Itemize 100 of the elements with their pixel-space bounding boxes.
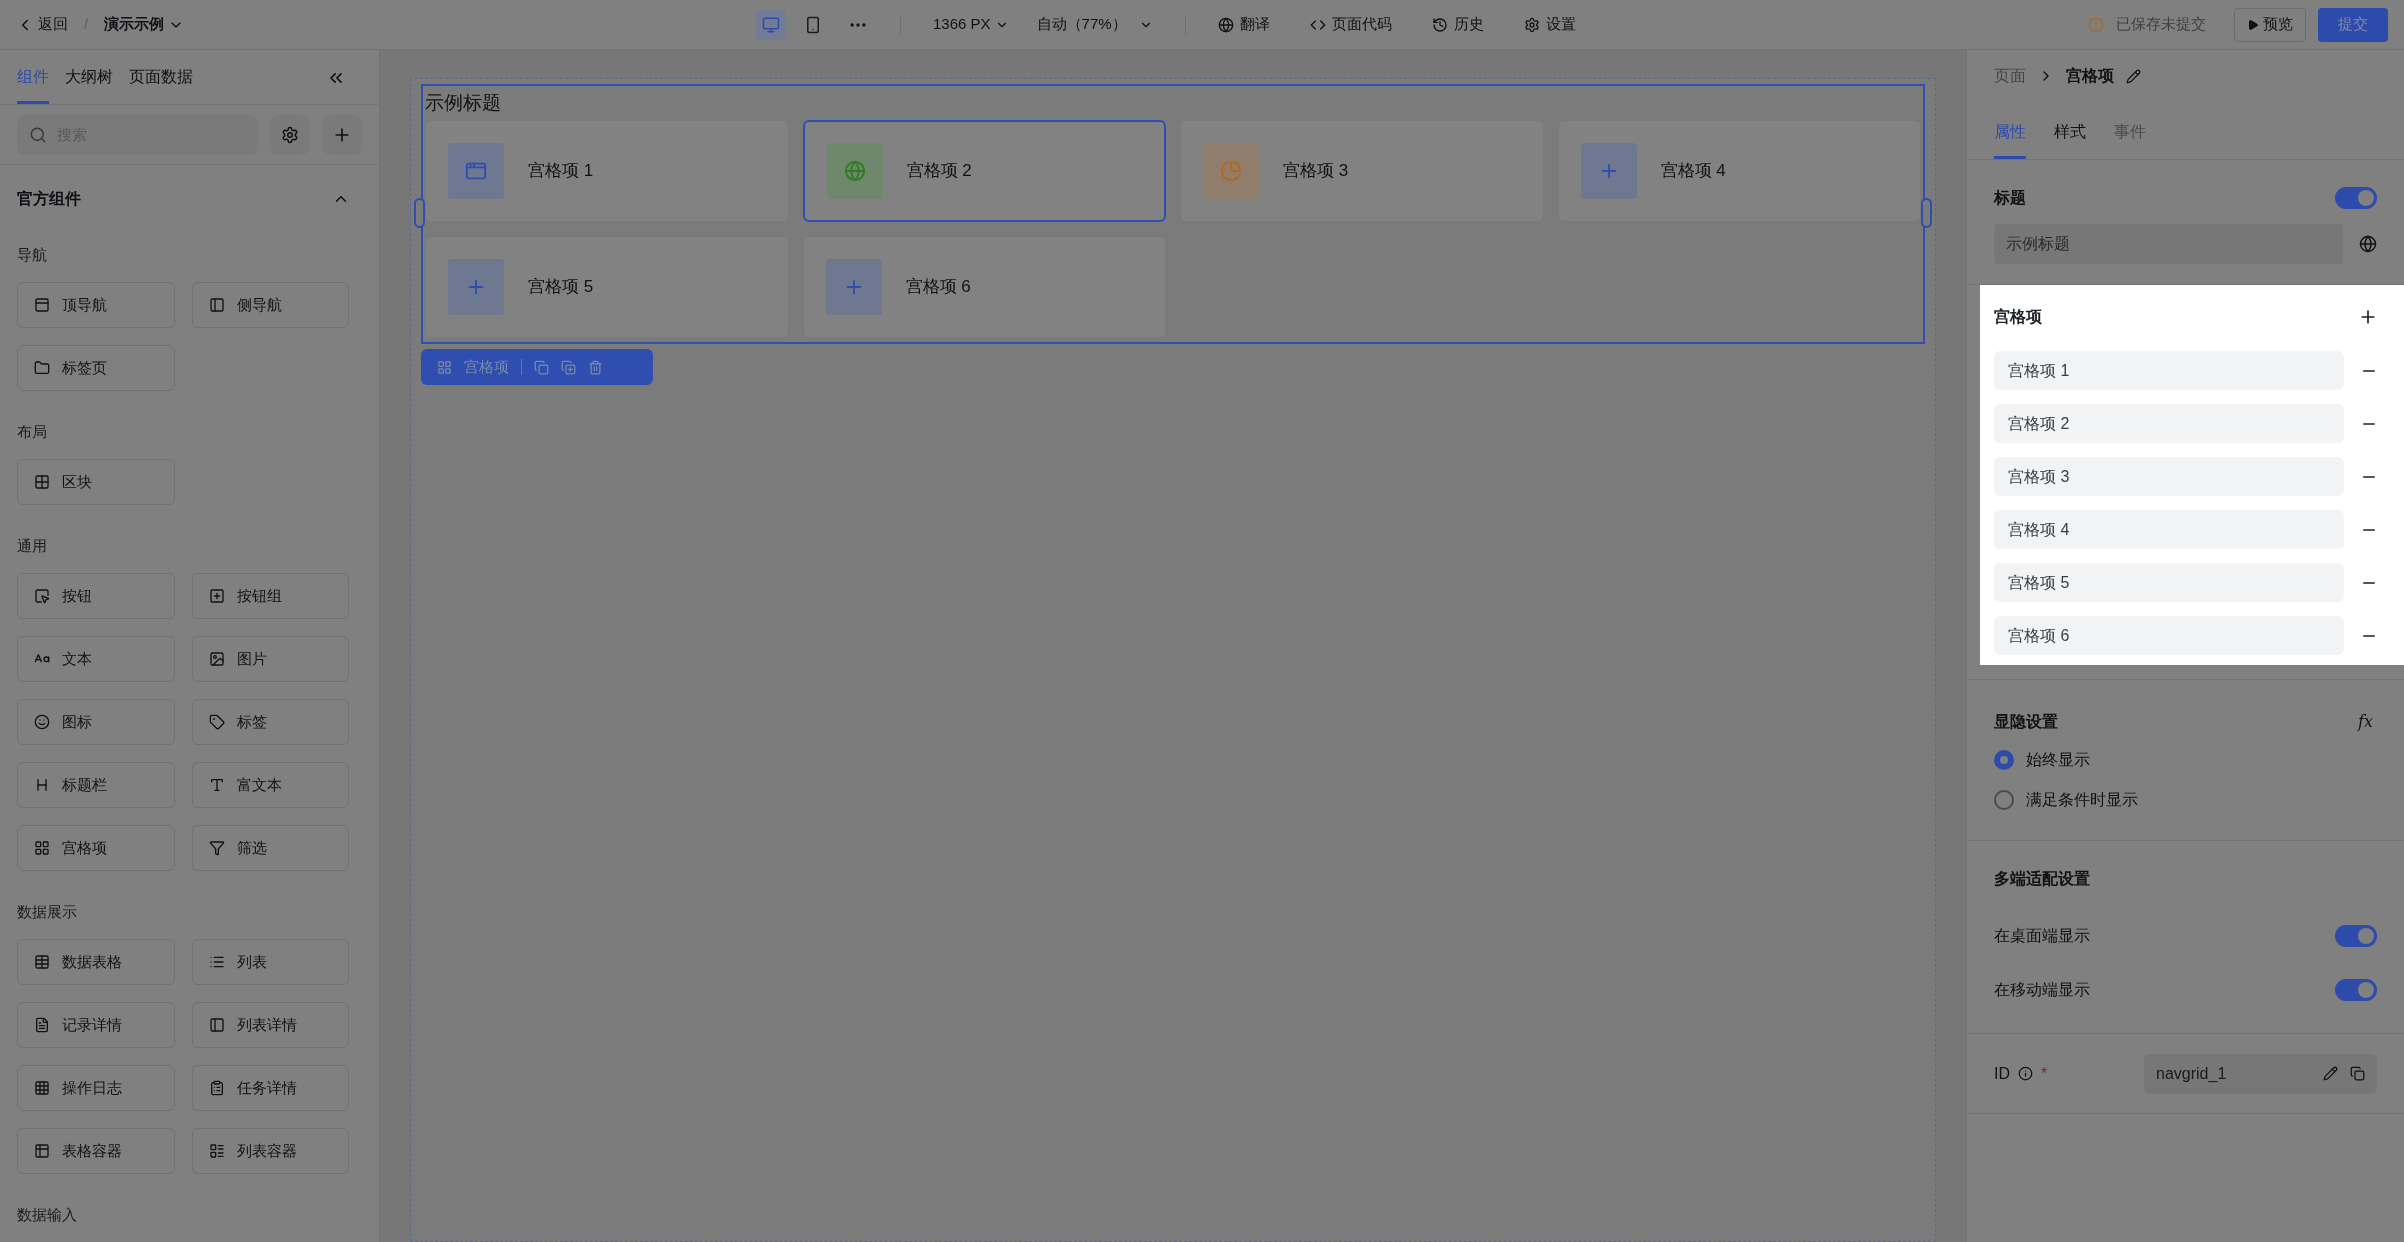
toolbar-action[interactable]: 翻译 — [1217, 13, 1270, 36]
grid-item-field[interactable]: 宫格项 6 — [1994, 616, 2344, 655]
grid-card[interactable]: 宫格项 6 — [802, 236, 1166, 338]
phone-icon — [804, 15, 822, 34]
warning-icon — [2088, 16, 2104, 33]
app-name-dropdown[interactable]: 演示示例 — [104, 13, 185, 36]
square-plus-icon — [208, 588, 225, 604]
component-item[interactable]: 侧导航 — [191, 282, 349, 328]
grid-card[interactable]: 宫格项 1 — [425, 120, 789, 222]
panel-left-icon — [208, 1017, 225, 1033]
component-item[interactable]: 列表详情 — [191, 1002, 349, 1048]
globe-icon[interactable] — [2359, 235, 2377, 253]
search-icon — [29, 125, 47, 144]
component-item[interactable]: 标签 — [191, 699, 349, 745]
add-button[interactable] — [322, 114, 362, 155]
toggle-switch[interactable] — [2335, 979, 2377, 1001]
formula-button[interactable]: fx — [2358, 710, 2373, 734]
component-item[interactable]: 按钮 — [17, 573, 175, 619]
width-dropdown[interactable]: 1366 PX — [933, 13, 1009, 36]
table-icon — [34, 954, 50, 970]
info-icon[interactable] — [2018, 1066, 2033, 1081]
toggle-switch[interactable] — [2335, 925, 2377, 947]
grid-card-label: 宫格项 3 — [1283, 160, 1349, 183]
grid-item-field[interactable]: 宫格项 4 — [1994, 510, 2344, 549]
resize-handle[interactable] — [1921, 198, 1932, 228]
toolbar-label: 宫格项 — [464, 356, 509, 377]
grid-card-label: 宫格项 4 — [1660, 160, 1726, 183]
zoom-dropdown[interactable]: 自动（77%） — [1036, 13, 1153, 36]
panel-left-icon — [208, 297, 225, 313]
preview-button[interactable]: 预览 — [2234, 7, 2306, 42]
setting-label: 显隐设置 — [1994, 712, 2058, 732]
group-title: 导航 — [17, 244, 48, 265]
grid-container[interactable]: 示例标题 宫格项 1 宫格项 2 宫格项 3 宫格项 4 宫格项 5 宫格项 6 — [421, 84, 1925, 344]
sidebar-tab[interactable]: 页面数据 — [129, 65, 193, 105]
toggle-switch[interactable] — [2335, 187, 2377, 209]
id-field[interactable]: navgrid_1 — [2144, 1053, 2377, 1094]
type-icon — [208, 777, 225, 793]
grid-item-field[interactable]: 宫格项 5 — [1994, 563, 2344, 602]
back-link[interactable]: 返回 — [16, 13, 68, 36]
component-item[interactable]: 图片 — [191, 636, 349, 682]
settings-button[interactable] — [270, 114, 310, 155]
pointer-icon — [34, 588, 50, 604]
grid-item-field[interactable]: 宫格项 3 — [1994, 457, 2344, 496]
section-title: 宫格项 — [1994, 307, 2042, 327]
component-item[interactable]: 文本 — [17, 636, 175, 682]
settings-icon — [1523, 16, 1540, 33]
grid-card[interactable]: 宫格项 3 — [1180, 120, 1544, 222]
component-item[interactable]: 记录详情 — [17, 1002, 175, 1048]
grid-icon — [34, 474, 50, 490]
component-item[interactable]: 表格容器 — [17, 1128, 175, 1174]
radio-button[interactable] — [1994, 750, 2014, 770]
window-icon — [465, 160, 487, 182]
grid-title: 示例标题 — [425, 90, 502, 115]
toolbar-action[interactable]: 页面代码 — [1309, 13, 1392, 36]
component-item[interactable]: 区块 — [17, 459, 175, 505]
panel-tab[interactable]: 样式 — [2054, 120, 2086, 159]
component-item[interactable]: 标题栏 — [17, 762, 175, 808]
grid-card[interactable]: 宫格项 4 — [1557, 120, 1921, 222]
component-item[interactable]: 列表容器 — [191, 1128, 349, 1174]
component-item[interactable]: 筛选 — [191, 825, 349, 871]
clipboard-icon — [208, 1080, 225, 1096]
edit-icon[interactable] — [2323, 1066, 2338, 1081]
group-title: 通用 — [17, 535, 48, 556]
toggle-label: 在桌面端显示 — [1994, 926, 2090, 946]
grid-item-field[interactable]: 宫格项 2 — [1994, 404, 2344, 443]
component-item[interactable]: 标签页 — [17, 345, 175, 391]
toolbar-action[interactable]: 设置 — [1523, 13, 1576, 36]
component-item[interactable]: 任务详情 — [191, 1065, 349, 1111]
radio-button[interactable] — [1994, 790, 2014, 810]
component-item[interactable]: 列表 — [191, 939, 349, 985]
heading-icon — [34, 777, 50, 793]
breadcrumb-current: 宫格项 — [2066, 66, 2114, 86]
sidebar-tab[interactable]: 大纲树 — [65, 65, 113, 105]
smile-icon — [34, 714, 50, 730]
folder-icon — [34, 360, 50, 376]
component-item[interactable]: 宫格项 — [17, 825, 175, 871]
grid-card[interactable]: 宫格项 2 — [802, 120, 1166, 222]
component-item[interactable]: 图标 — [17, 699, 175, 745]
document-icon — [34, 1017, 50, 1033]
radio-label: 满足条件时显示 — [2026, 790, 2138, 810]
pie-chart-icon — [1220, 160, 1242, 182]
edit-icon[interactable] — [2126, 68, 2141, 84]
section-header[interactable]: 官方组件 — [17, 187, 81, 211]
breadcrumb-link[interactable]: 页面 — [1994, 64, 2026, 88]
grid-card[interactable]: 宫格项 5 — [425, 236, 789, 338]
toolbar-action[interactable]: 历史 — [1431, 13, 1484, 36]
copy-icon[interactable] — [2350, 1066, 2365, 1081]
resize-handle[interactable] — [414, 198, 425, 228]
grid-item-field[interactable]: 宫格项 1 — [1994, 351, 2344, 390]
save-status: 已保存未提交 — [2116, 14, 2206, 35]
component-item[interactable]: 操作日志 — [17, 1065, 175, 1111]
component-item[interactable]: 富文本 — [191, 762, 349, 808]
image-icon — [208, 651, 225, 667]
title-input[interactable]: 示例标题 — [1994, 224, 2343, 264]
group-title: 布局 — [17, 421, 48, 442]
globe-icon — [1217, 16, 1234, 33]
component-item[interactable]: 顶导航 — [17, 282, 175, 328]
component-item[interactable]: 数据表格 — [17, 939, 175, 985]
required-mark: * — [2041, 1063, 2048, 1084]
component-item[interactable]: 按钮组 — [191, 573, 349, 619]
